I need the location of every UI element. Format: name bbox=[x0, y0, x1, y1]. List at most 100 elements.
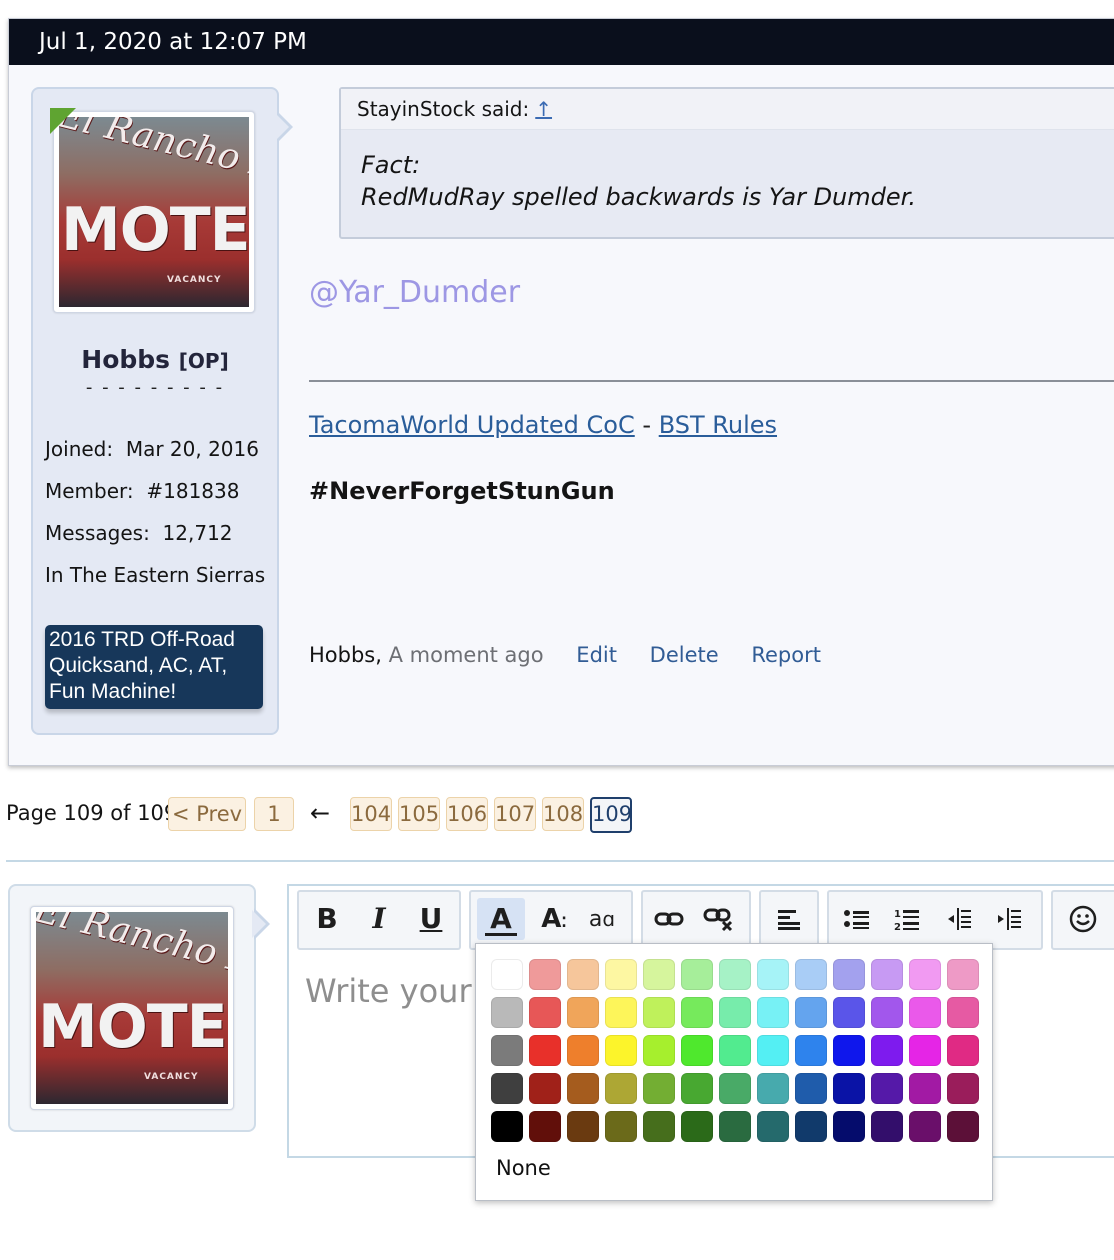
color-swatch[interactable] bbox=[909, 997, 941, 1028]
numbered-list-icon[interactable]: 12 bbox=[887, 898, 927, 940]
color-swatch[interactable] bbox=[529, 997, 561, 1028]
outdent-icon[interactable] bbox=[939, 898, 979, 940]
color-swatch[interactable] bbox=[795, 959, 827, 990]
color-swatch[interactable] bbox=[643, 1073, 675, 1104]
color-swatch[interactable] bbox=[491, 959, 523, 990]
avatar[interactable]: El Rancho Boulder MOTEL VACANCY bbox=[50, 108, 255, 313]
color-swatch[interactable] bbox=[491, 1111, 523, 1142]
post-date[interactable]: Jul 1, 2020 at 12:07 PM bbox=[39, 29, 307, 55]
color-swatch[interactable] bbox=[833, 1035, 865, 1066]
text-color-icon[interactable]: A bbox=[477, 898, 525, 940]
color-swatch[interactable] bbox=[795, 1111, 827, 1142]
indent-icon[interactable] bbox=[989, 898, 1029, 940]
color-swatch[interactable] bbox=[757, 1035, 789, 1066]
page-108-button[interactable]: 108 bbox=[542, 797, 584, 831]
color-swatch[interactable] bbox=[795, 997, 827, 1028]
link-icon[interactable] bbox=[649, 898, 689, 940]
color-swatch[interactable] bbox=[871, 997, 903, 1028]
footer-author[interactable]: Hobbs, bbox=[309, 643, 382, 667]
color-swatch[interactable] bbox=[605, 997, 637, 1028]
page-104-button[interactable]: 104 bbox=[350, 797, 392, 831]
color-swatch[interactable] bbox=[681, 1073, 713, 1104]
editor-placeholder[interactable]: Write your bbox=[305, 972, 472, 1010]
color-swatch[interactable] bbox=[605, 959, 637, 990]
color-swatch[interactable] bbox=[681, 959, 713, 990]
color-swatch[interactable] bbox=[871, 1073, 903, 1104]
unlink-icon[interactable] bbox=[699, 898, 739, 940]
color-swatch[interactable] bbox=[757, 959, 789, 990]
page-1-button[interactable]: 1 bbox=[254, 797, 294, 831]
color-swatch[interactable] bbox=[529, 1073, 561, 1104]
color-swatch[interactable] bbox=[643, 959, 675, 990]
smiley-icon[interactable] bbox=[1063, 898, 1103, 940]
color-swatch[interactable] bbox=[871, 1111, 903, 1142]
color-swatch[interactable] bbox=[833, 959, 865, 990]
color-swatch[interactable] bbox=[529, 1111, 561, 1142]
color-swatch[interactable] bbox=[871, 959, 903, 990]
color-swatch[interactable] bbox=[529, 1035, 561, 1066]
username[interactable]: Hobbs [OP] bbox=[33, 345, 277, 374]
color-swatch[interactable] bbox=[833, 1073, 865, 1104]
page-jump-arrow[interactable]: ← bbox=[310, 799, 330, 827]
color-swatch[interactable] bbox=[719, 1035, 751, 1066]
color-swatch[interactable] bbox=[643, 1111, 675, 1142]
color-swatch[interactable] bbox=[719, 997, 751, 1028]
color-swatch[interactable] bbox=[567, 959, 599, 990]
color-swatch[interactable] bbox=[491, 997, 523, 1028]
reply-avatar[interactable]: El Rancho Boulder MOTEL VACANCY bbox=[30, 906, 234, 1110]
align-icon[interactable] bbox=[769, 898, 809, 940]
color-swatch[interactable] bbox=[947, 997, 979, 1028]
user-mention[interactable]: @Yar_Dumder bbox=[309, 275, 520, 310]
color-none-button[interactable]: None bbox=[496, 1156, 551, 1180]
italic-icon[interactable]: I bbox=[359, 898, 399, 940]
color-swatch[interactable] bbox=[605, 1035, 637, 1066]
quote-jump-link[interactable]: ↑ bbox=[535, 97, 552, 121]
edit-link[interactable]: Edit bbox=[576, 643, 617, 667]
color-swatch[interactable] bbox=[567, 1111, 599, 1142]
page-105-button[interactable]: 105 bbox=[398, 797, 440, 831]
color-swatch[interactable] bbox=[605, 1111, 637, 1142]
color-swatch[interactable] bbox=[871, 1035, 903, 1066]
bullet-list-icon[interactable] bbox=[837, 898, 877, 940]
report-link[interactable]: Report bbox=[751, 643, 821, 667]
color-swatch[interactable] bbox=[681, 997, 713, 1028]
color-swatch[interactable] bbox=[681, 1035, 713, 1066]
color-swatch[interactable] bbox=[643, 997, 675, 1028]
color-swatch[interactable] bbox=[909, 1073, 941, 1104]
color-swatch[interactable] bbox=[719, 1073, 751, 1104]
color-swatch[interactable] bbox=[567, 1035, 599, 1066]
coc-link[interactable]: TacomaWorld Updated CoC bbox=[309, 411, 635, 439]
color-swatch[interactable] bbox=[529, 959, 561, 990]
prev-page-button[interactable]: < Prev bbox=[168, 797, 246, 831]
font-family-icon[interactable]: aɑ bbox=[581, 898, 623, 940]
color-swatch[interactable] bbox=[757, 997, 789, 1028]
color-swatch[interactable] bbox=[947, 959, 979, 990]
color-swatch[interactable] bbox=[681, 1111, 713, 1142]
color-swatch[interactable] bbox=[757, 1073, 789, 1104]
color-swatch[interactable] bbox=[947, 1035, 979, 1066]
color-swatch[interactable] bbox=[833, 1111, 865, 1142]
color-swatch[interactable] bbox=[643, 1035, 675, 1066]
color-swatch[interactable] bbox=[795, 1035, 827, 1066]
page-107-button[interactable]: 107 bbox=[494, 797, 536, 831]
color-swatch[interactable] bbox=[605, 1073, 637, 1104]
color-swatch[interactable] bbox=[719, 959, 751, 990]
color-swatch[interactable] bbox=[833, 997, 865, 1028]
color-swatch[interactable] bbox=[947, 1111, 979, 1142]
color-swatch[interactable] bbox=[719, 1111, 751, 1142]
color-swatch[interactable] bbox=[567, 1073, 599, 1104]
bold-icon[interactable]: B bbox=[307, 898, 347, 940]
color-swatch[interactable] bbox=[567, 997, 599, 1028]
username-text[interactable]: Hobbs bbox=[81, 345, 170, 374]
delete-link[interactable]: Delete bbox=[650, 643, 719, 667]
page-106-button[interactable]: 106 bbox=[446, 797, 488, 831]
page-109-current[interactable]: 109 bbox=[590, 797, 632, 833]
color-swatch[interactable] bbox=[491, 1035, 523, 1066]
color-swatch[interactable] bbox=[491, 1073, 523, 1104]
color-swatch[interactable] bbox=[947, 1073, 979, 1104]
color-swatch[interactable] bbox=[757, 1111, 789, 1142]
bst-rules-link[interactable]: BST Rules bbox=[659, 411, 777, 439]
color-swatch[interactable] bbox=[909, 1111, 941, 1142]
underline-icon[interactable]: U bbox=[411, 898, 451, 940]
color-swatch[interactable] bbox=[909, 959, 941, 990]
